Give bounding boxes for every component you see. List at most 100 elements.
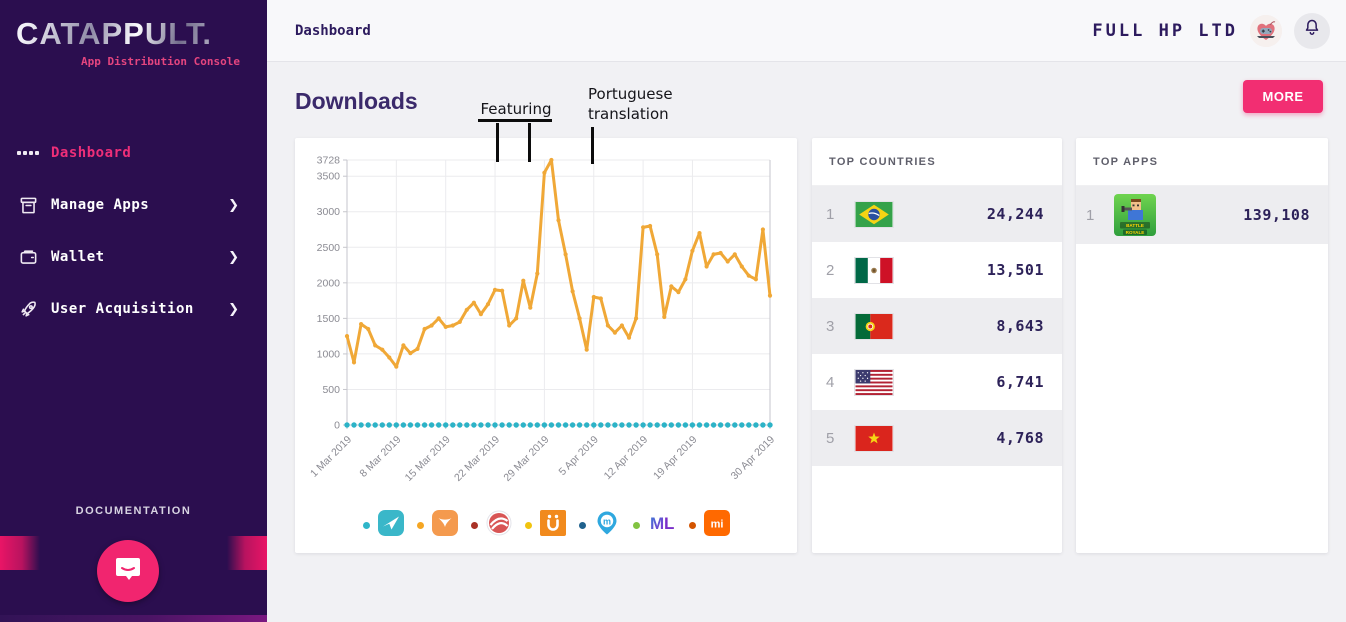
sidebar-item-label: Wallet bbox=[51, 249, 105, 265]
svg-text:0: 0 bbox=[334, 420, 340, 432]
legend-dot bbox=[471, 522, 478, 529]
portugal-flag bbox=[854, 313, 894, 340]
sidebar-item-dashboard[interactable]: Dashboard bbox=[0, 127, 267, 179]
downloads-line-chart: 0 500 1000 1500 2000 2500 3000 3500 3728 1 Mar 20… bbox=[295, 138, 797, 553]
legend-item-bird-store-icon[interactable] bbox=[417, 510, 458, 541]
svg-text:1 Mar 2019: 1 Mar 2019 bbox=[308, 434, 354, 480]
svg-text:19 Apr 2019: 19 Apr 2019 bbox=[651, 434, 700, 483]
battle-royale-app-icon: BATTLE ROYALE bbox=[1114, 194, 1156, 236]
rocket-icon bbox=[18, 299, 38, 319]
top-countries-title: TOP COUNTRIES bbox=[812, 138, 1062, 186]
annotation-featuring: Featuring bbox=[480, 100, 552, 118]
downloads-value: 8,643 bbox=[894, 317, 1044, 335]
downloads-value: 4,768 bbox=[894, 429, 1044, 447]
svg-text:mi: mi bbox=[710, 519, 723, 531]
annotation-portuguese-translation: Portuguese translation bbox=[588, 84, 688, 125]
manage-apps-icon bbox=[18, 195, 38, 215]
notifications-button[interactable] bbox=[1294, 13, 1330, 49]
downloads-chart-card: 0 500 1000 1500 2000 2500 3000 3500 3728 1 Mar 20… bbox=[295, 138, 797, 553]
svg-text:12 Apr 2019: 12 Apr 2019 bbox=[602, 434, 651, 483]
annotation-featuring-underline bbox=[478, 119, 552, 122]
top-countries-card: TOP COUNTRIES 1 24,244 2 13,501 3 8,643 … bbox=[812, 138, 1062, 553]
pink-accent-bar-right bbox=[227, 536, 267, 570]
legend-dot bbox=[417, 522, 424, 529]
legend-dot bbox=[525, 522, 532, 529]
table-row[interactable]: 5 4,768 bbox=[812, 410, 1062, 466]
legend-item-swirl-store-icon[interactable] bbox=[471, 510, 512, 541]
table-row[interactable]: 2 13,501 bbox=[812, 242, 1062, 298]
avatar[interactable] bbox=[1250, 15, 1282, 47]
chevron-right-icon: ❯ bbox=[228, 197, 239, 213]
sidebar-item-label: Dashboard bbox=[51, 145, 131, 161]
legend-item-u-umlaut-store-icon[interactable] bbox=[525, 510, 566, 541]
svg-text:ROYALE: ROYALE bbox=[1126, 230, 1145, 235]
u-umlaut-store-icon bbox=[540, 510, 566, 541]
usa-flag bbox=[854, 369, 894, 396]
rank-label: 4 bbox=[826, 374, 850, 391]
mi-store-icon: mi bbox=[704, 510, 730, 541]
annotation-line-3 bbox=[591, 127, 594, 164]
table-row[interactable]: 4 6,741 bbox=[812, 354, 1062, 410]
top-apps-title: TOP APPS bbox=[1076, 138, 1328, 186]
svg-text:1500: 1500 bbox=[317, 313, 341, 325]
top-apps-card: TOP APPS 1 BATTLE ROYALE 139,108 bbox=[1076, 138, 1328, 553]
svg-text:29 Mar 2019: 29 Mar 2019 bbox=[501, 434, 551, 484]
downloads-value: 6,741 bbox=[894, 373, 1044, 391]
svg-text:BATTLE: BATTLE bbox=[1126, 223, 1144, 228]
table-row[interactable]: 3 8,643 bbox=[812, 298, 1062, 354]
sidebar-menu: Dashboard Manage Apps ❯ Wallet ❯ User bbox=[0, 127, 267, 335]
chat-bubble-icon bbox=[113, 554, 143, 589]
svg-text:2500: 2500 bbox=[317, 242, 341, 254]
sidebar-item-manage-apps[interactable]: Manage Apps ❯ bbox=[0, 179, 267, 231]
top-header: Dashboard FULL HP LTD bbox=[267, 0, 1346, 62]
legend-item-ml-store-icon[interactable]: ML bbox=[633, 510, 676, 541]
legend-dot bbox=[579, 522, 586, 529]
documentation-label[interactable]: DOCUMENTATION bbox=[0, 505, 267, 517]
svg-text:5 Apr 2019: 5 Apr 2019 bbox=[556, 434, 601, 479]
ml-store-icon: ML bbox=[648, 510, 676, 541]
sidebar-item-user-acquisition[interactable]: User Acquisition ❯ bbox=[0, 283, 267, 335]
mexico-flag bbox=[854, 257, 894, 284]
downloads-value: 139,108 bbox=[1156, 206, 1310, 224]
svg-text:2000: 2000 bbox=[317, 277, 341, 289]
sidebar-item-wallet[interactable]: Wallet ❯ bbox=[0, 231, 267, 283]
vietnam-flag bbox=[854, 425, 894, 452]
breadcrumb: Dashboard bbox=[295, 23, 371, 39]
legend-item-paper-plane-store-icon[interactable] bbox=[363, 510, 404, 541]
table-row[interactable]: 1 BATTLE ROYALE 139,108 bbox=[1076, 186, 1328, 244]
bell-icon bbox=[1302, 18, 1322, 43]
legend-dot bbox=[363, 522, 370, 529]
page-title: Downloads bbox=[295, 88, 418, 115]
swirl-store-icon bbox=[486, 510, 512, 541]
svg-text:500: 500 bbox=[322, 384, 340, 396]
support-chat-button[interactable] bbox=[97, 540, 159, 602]
sidebar-item-label: Manage Apps bbox=[51, 197, 149, 213]
svg-text:1000: 1000 bbox=[317, 348, 341, 360]
legend-item-m-pin-store-icon[interactable]: m bbox=[579, 510, 620, 541]
rank-label: 5 bbox=[826, 430, 850, 447]
annotation-line-2 bbox=[528, 123, 531, 162]
table-row[interactable]: 1 24,244 bbox=[812, 186, 1062, 242]
m-pin-store-icon: m bbox=[594, 510, 620, 541]
paper-plane-store-icon bbox=[378, 510, 404, 541]
svg-text:M: M bbox=[650, 514, 664, 533]
app-tagline: App Distribution Console bbox=[0, 55, 240, 68]
svg-text:3728: 3728 bbox=[317, 155, 341, 167]
account-name[interactable]: FULL HP LTD bbox=[1092, 21, 1238, 41]
svg-text:22 Mar 2019: 22 Mar 2019 bbox=[452, 434, 502, 484]
rank-label: 1 bbox=[1086, 207, 1110, 224]
rank-label: 1 bbox=[826, 206, 850, 223]
svg-text:15 Mar 2019: 15 Mar 2019 bbox=[403, 434, 453, 484]
legend-dot bbox=[689, 522, 696, 529]
more-button[interactable]: MORE bbox=[1243, 80, 1323, 113]
wallet-icon bbox=[18, 247, 38, 267]
legend-dot bbox=[633, 522, 640, 529]
legend-item-mi-store-icon[interactable]: mi bbox=[689, 510, 730, 541]
svg-text:3000: 3000 bbox=[317, 206, 341, 218]
annotation-line-1 bbox=[496, 123, 499, 162]
sidebar-bottom-gradient bbox=[0, 615, 267, 622]
chart-legend: mMLmi bbox=[295, 510, 797, 541]
svg-text:L: L bbox=[664, 514, 674, 533]
svg-text:3500: 3500 bbox=[317, 171, 341, 183]
rank-label: 2 bbox=[826, 262, 850, 279]
